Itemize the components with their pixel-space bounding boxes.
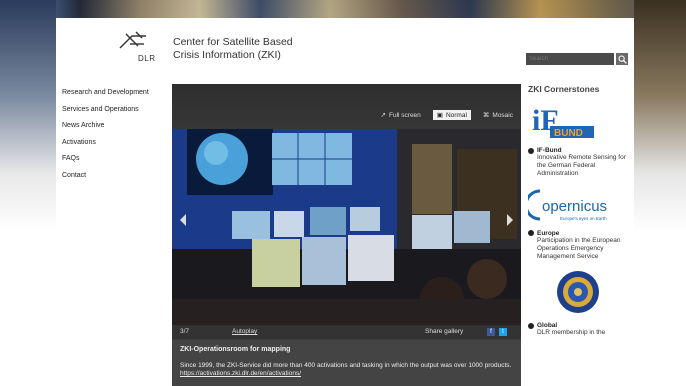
view-label: Mosaic — [492, 111, 513, 119]
partner-name[interactable]: Global — [528, 322, 632, 329]
caption-text: Since 1999, the ZKI-Service did more tha… — [180, 362, 512, 369]
mosaic-view-button[interactable]: ⌘ Mosaic — [479, 110, 517, 120]
operations-room-photo — [172, 129, 521, 325]
partner-description: Innovative Remote Sensing for the German… — [537, 154, 626, 178]
frame-icon: ▣ — [436, 112, 443, 119]
nav-item-faqs[interactable]: FAQs — [62, 154, 166, 171]
fullscreen-view-button[interactable]: ↗ Full screen — [377, 110, 425, 120]
gallery-controls: 3/7 Autoplay Share gallery f t — [172, 325, 521, 339]
partner-global: Global DLR membership in the — [528, 267, 632, 337]
charter-logo[interactable] — [528, 267, 628, 317]
ifbund-logo[interactable]: iF BUND — [528, 102, 600, 142]
bullet-icon — [528, 322, 534, 329]
logo-text: DLR — [138, 54, 156, 63]
caption-title: ZKI-Operationsroom for mapping — [180, 346, 291, 353]
search-icon — [617, 54, 627, 64]
partner-name[interactable]: Europe — [528, 230, 632, 237]
twitter-icon[interactable]: t — [499, 328, 507, 336]
partner-name[interactable]: IF-Bund — [528, 147, 632, 154]
next-arrow[interactable] — [503, 210, 517, 230]
partner-description: DLR membership in the — [537, 329, 606, 337]
gallery-photo — [172, 129, 521, 325]
title-line-1: Center for Satellite Based — [173, 36, 293, 48]
partner-description: Participation in the European Operations… — [537, 236, 621, 261]
normal-view-button[interactable]: ▣ Normal — [432, 110, 471, 120]
view-label: Normal — [445, 111, 467, 119]
nav-item-services[interactable]: Services and Operations — [62, 105, 166, 122]
copernicus-logo-subtext: Europe's eyes on Earth — [560, 216, 607, 221]
cornerstones-sidebar: ZKI Cornerstones iF BUND IF-Bund Innovat… — [524, 84, 632, 341]
page: DLR Center for Satellite Based Crisis In… — [56, 18, 634, 386]
facebook-icon[interactable]: f — [487, 328, 495, 336]
expand-icon: ↗ — [380, 112, 386, 119]
ifbund-logo-text: BUND — [554, 128, 583, 139]
search-box — [526, 53, 628, 65]
cornerstones-heading: ZKI Cornerstones — [528, 84, 600, 94]
mosaic-icon: ⌘ — [482, 112, 490, 119]
nav-item-research[interactable]: Research and Development — [62, 88, 166, 105]
chevron-left-icon — [180, 214, 186, 226]
background-right — [634, 0, 686, 386]
image-gallery: ↗ Full screen ▣ Normal ⌘ Mosaic 3/7 Auto… — [172, 84, 521, 386]
partner-name-text: Europe — [537, 229, 560, 237]
caption-link[interactable]: https://activations.zki.dlr.de/en/activa… — [180, 370, 513, 377]
partner-ifbund: iF BUND IF-Bund Innovative Remote Sensin… — [528, 102, 632, 179]
copernicus-logo-text: opernicus — [542, 198, 607, 215]
search-button[interactable] — [616, 53, 628, 65]
gallery-caption: ZKI-Operationsroom for mapping Since 199… — [172, 340, 521, 386]
chevron-right-icon — [507, 214, 513, 226]
nav-item-activations[interactable]: Activations — [62, 138, 166, 155]
main-nav: Research and Development Services and Op… — [62, 88, 166, 187]
previous-arrow[interactable] — [176, 210, 190, 230]
background-left — [0, 0, 56, 386]
search-input[interactable] — [526, 53, 614, 65]
partner-name-text: IF-Bund — [537, 147, 562, 154]
copernicus-logo[interactable]: opernicus Europe's eyes on Earth — [524, 185, 628, 225]
partner-name-text: Global — [537, 322, 558, 330]
dlr-logo-icon — [119, 31, 146, 49]
share-gallery-link[interactable]: Share gallery — [425, 328, 463, 335]
view-label: Full screen — [389, 111, 421, 119]
title-line-2: Crisis Information (ZKI) — [173, 49, 281, 61]
partner-copernicus: opernicus Europe's eyes on Earth Europe … — [524, 185, 632, 262]
view-switcher: ↗ Full screen ▣ Normal ⌘ Mosaic — [377, 110, 517, 120]
slide-counter: 3/7 — [180, 328, 190, 335]
nav-item-contact[interactable]: Contact — [62, 171, 166, 188]
bullet-icon — [528, 147, 534, 154]
site-title: Center for Satellite Based Crisis Inform… — [173, 36, 293, 62]
nav-item-news-archive[interactable]: News Archive — [62, 121, 166, 138]
autoplay-link[interactable]: Autoplay — [232, 328, 257, 335]
bullet-icon — [528, 230, 534, 237]
